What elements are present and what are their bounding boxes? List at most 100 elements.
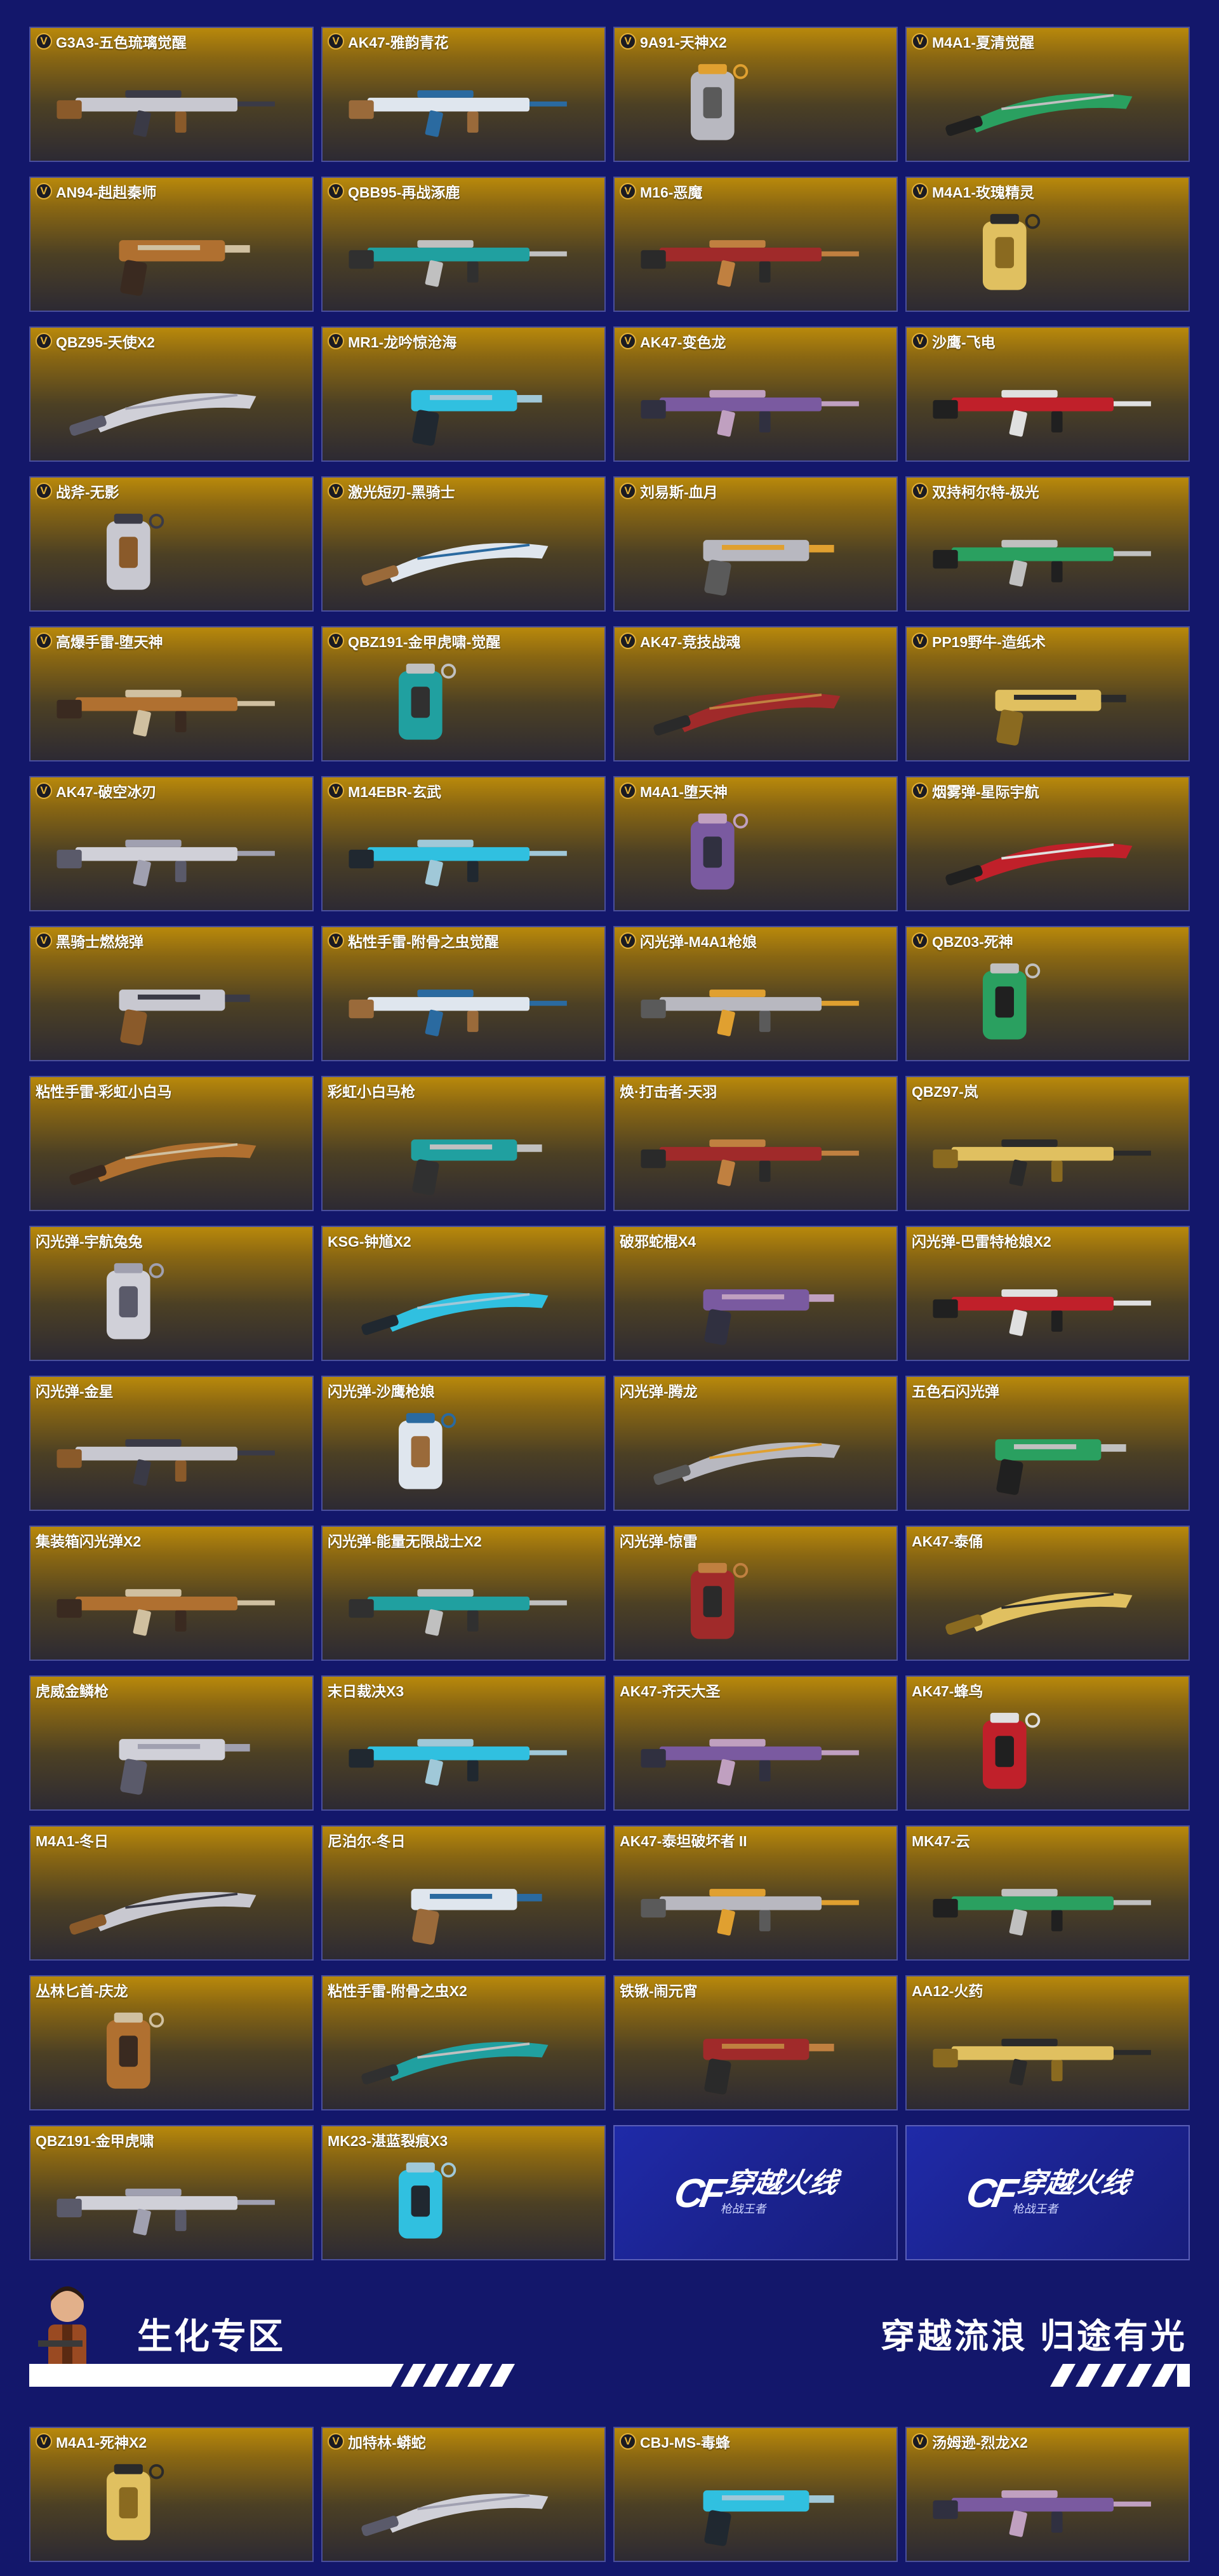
item-card[interactable]: V M16-恶魔 <box>613 177 898 312</box>
item-title: V 激光短刃-黑骑士 <box>328 481 455 500</box>
v-badge-icon: V <box>36 183 52 199</box>
section-item-grid: V M4A1-死神X2 V 加特林-蟒蛇 V CBJ-MS-毒蜂 V 汤姆逊-烈… <box>29 2427 1190 2562</box>
item-title: V 刘易斯-血月 <box>620 481 718 500</box>
item-card[interactable]: V AK47-破空冰刃 <box>29 776 314 911</box>
item-card[interactable]: V G3A3-五色琉璃觉醒 <box>29 27 314 162</box>
item-card[interactable]: 闪光弹-宇航兔兔 <box>29 1226 314 1361</box>
item-title: AA12-火药 <box>912 1980 983 1999</box>
section-item-card[interactable]: V CBJ-MS-毒蜂 <box>613 2427 898 2562</box>
item-card[interactable]: V QBB95-再战涿鹿 <box>321 177 606 312</box>
item-title: 闪光弹-能量无限战士X2 <box>328 1531 482 1550</box>
item-name: 末日裁决X3 <box>328 1683 404 1700</box>
item-title: V M14EBR-玄武 <box>328 781 441 800</box>
item-card[interactable]: V M14EBR-玄武 <box>321 776 606 911</box>
item-name: QBZ97-岚 <box>912 1083 978 1100</box>
item-card[interactable]: 五色石闪光弹 <box>905 1376 1190 1511</box>
item-card[interactable]: QBZ191-金甲虎啸 <box>29 2125 314 2260</box>
section-item-card[interactable]: V M4A1-死神X2 <box>29 2427 314 2562</box>
section-header-biochem: 生化专区 穿越流浪 归途有光 <box>29 2280 1190 2394</box>
item-card[interactable]: AK47-泰俑 <box>905 1526 1190 1661</box>
item-card[interactable]: 尼泊尔-冬日 <box>321 1825 606 1961</box>
item-card[interactable]: 闪光弹-金星 <box>29 1376 314 1511</box>
item-name: 丛林匕首-庆龙 <box>36 1983 128 1999</box>
item-card[interactable]: AK47-齐天大圣 <box>613 1675 898 1811</box>
item-card[interactable]: V AN94-赳赳秦师 <box>29 177 314 312</box>
item-card[interactable]: 闪光弹-能量无限战士X2 <box>321 1526 606 1661</box>
item-card[interactable]: V AK47-变色龙 <box>613 326 898 462</box>
item-card[interactable]: V QBZ03-死神 <box>905 926 1190 1061</box>
item-name: M4A1-死神X2 <box>56 2434 147 2451</box>
item-card[interactable]: MK23-湛蓝裂痕X3 <box>321 2125 606 2260</box>
item-card[interactable]: V 黑骑士燃烧弹 <box>29 926 314 1061</box>
brand-sub: 枪战王者 <box>720 2202 769 2215</box>
item-name: AK47-蜂鸟 <box>912 1683 983 1700</box>
item-title: V M4A1-夏清觉醒 <box>912 32 1034 51</box>
item-card[interactable]: V M4A1-夏清觉醒 <box>905 27 1190 162</box>
item-card[interactable]: V MR1-龙吟惊沧海 <box>321 326 606 462</box>
item-name: M16-恶魔 <box>640 184 703 201</box>
v-badge-icon: V <box>36 333 52 349</box>
item-card[interactable]: 粘性手雷-附骨之虫X2 <box>321 1975 606 2110</box>
item-title: V 粘性手雷-附骨之虫觉醒 <box>328 931 499 950</box>
item-card[interactable]: V 粘性手雷-附骨之虫觉醒 <box>321 926 606 1061</box>
item-card[interactable]: AA12-火药 <box>905 1975 1190 2110</box>
item-card[interactable]: V 烟雾弹-星际宇航 <box>905 776 1190 911</box>
v-badge-icon: V <box>36 932 52 949</box>
item-card[interactable]: 铁锹-闹元宵 <box>613 1975 898 2110</box>
item-title: V QBB95-再战涿鹿 <box>328 182 460 201</box>
item-card[interactable]: V 沙鹰-飞电 <box>905 326 1190 462</box>
item-card[interactable]: 粘性手雷-彩虹小白马 <box>29 1076 314 1211</box>
item-card[interactable]: V M4A1-堕天神 <box>613 776 898 911</box>
item-card[interactable]: 闪光弹-腾龙 <box>613 1376 898 1511</box>
v-badge-icon: V <box>912 33 928 50</box>
v-badge-icon: V <box>620 483 636 499</box>
item-card[interactable]: V AK47-雅韵青花 <box>321 27 606 162</box>
item-card[interactable]: V 双持柯尔特-极光 <box>905 476 1190 612</box>
item-name: 粘性手雷-附骨之虫X2 <box>328 1983 467 1999</box>
item-name: M4A1-夏清觉醒 <box>932 34 1035 51</box>
item-card[interactable]: V QBZ95-天使X2 <box>29 326 314 462</box>
item-card[interactable]: V 刘易斯-血月 <box>613 476 898 612</box>
item-card[interactable]: 彩虹小白马枪 <box>321 1076 606 1211</box>
item-card[interactable]: 虎威金鳞枪 <box>29 1675 314 1811</box>
v-badge-icon: V <box>328 483 344 499</box>
item-card[interactable]: 闪光弹-惊雷 <box>613 1526 898 1661</box>
stripe-decoration-left <box>29 2364 515 2387</box>
item-card[interactable]: MK47-云 <box>905 1825 1190 1961</box>
item-card[interactable]: AK47-蜂鸟 <box>905 1675 1190 1811</box>
item-card[interactable]: 丛林匕首-庆龙 <box>29 1975 314 2110</box>
item-card[interactable]: 末日裁决X3 <box>321 1675 606 1811</box>
item-card[interactable]: V 激光短刃-黑骑士 <box>321 476 606 612</box>
item-card[interactable]: KSG-钟馗X2 <box>321 1226 606 1361</box>
item-card[interactable]: 集装箱闪光弹X2 <box>29 1526 314 1661</box>
item-card[interactable]: V 闪光弹-M4A1枪娘 <box>613 926 898 1061</box>
section-item-card[interactable]: V 汤姆逊-烈龙X2 <box>905 2427 1190 2562</box>
brand-logo-card: CF 穿越火线 枪战王者 <box>905 2125 1190 2260</box>
item-title: V AK47-竞技战魂 <box>620 631 740 650</box>
item-card[interactable]: V QBZ191-金甲虎啸-觉醒 <box>321 626 606 761</box>
item-title: 闪光弹-宇航兔兔 <box>36 1231 143 1250</box>
item-name: 闪光弹-巴雷特枪娘X2 <box>912 1233 1051 1250</box>
v-badge-icon: V <box>328 633 344 649</box>
item-card[interactable]: AK47-泰坦破坏者 II <box>613 1825 898 1961</box>
v-badge-icon: V <box>36 483 52 499</box>
item-name: 闪光弹-M4A1枪娘 <box>640 934 757 950</box>
item-name: MR1-龙吟惊沧海 <box>348 334 457 351</box>
section-item-card[interactable]: V 加特林-蟒蛇 <box>321 2427 606 2562</box>
item-title: AK47-蜂鸟 <box>912 1680 983 1700</box>
item-card[interactable]: M4A1-冬日 <box>29 1825 314 1961</box>
item-card[interactable]: 闪光弹-沙鹰枪娘 <box>321 1376 606 1511</box>
item-card[interactable]: V 9A91-天神X2 <box>613 27 898 162</box>
item-card[interactable]: V M4A1-玫瑰精灵 <box>905 177 1190 312</box>
item-card[interactable]: QBZ97-岚 <box>905 1076 1190 1211</box>
item-card[interactable]: V AK47-竞技战魂 <box>613 626 898 761</box>
item-card[interactable]: V PP19野牛-造纸术 <box>905 626 1190 761</box>
item-name: 彩虹小白马枪 <box>328 1083 415 1100</box>
item-card[interactable]: 闪光弹-巴雷特枪娘X2 <box>905 1226 1190 1361</box>
item-card[interactable]: 破邪蛇棍X4 <box>613 1226 898 1361</box>
item-card[interactable]: 焕·打击者-天羽 <box>613 1076 898 1211</box>
item-card[interactable]: V 高爆手雷-堕天神 <box>29 626 314 761</box>
item-card[interactable]: V 战斧-无影 <box>29 476 314 612</box>
item-name: MK23-湛蓝裂痕X3 <box>328 2133 448 2149</box>
v-badge-icon: V <box>620 2433 636 2450</box>
